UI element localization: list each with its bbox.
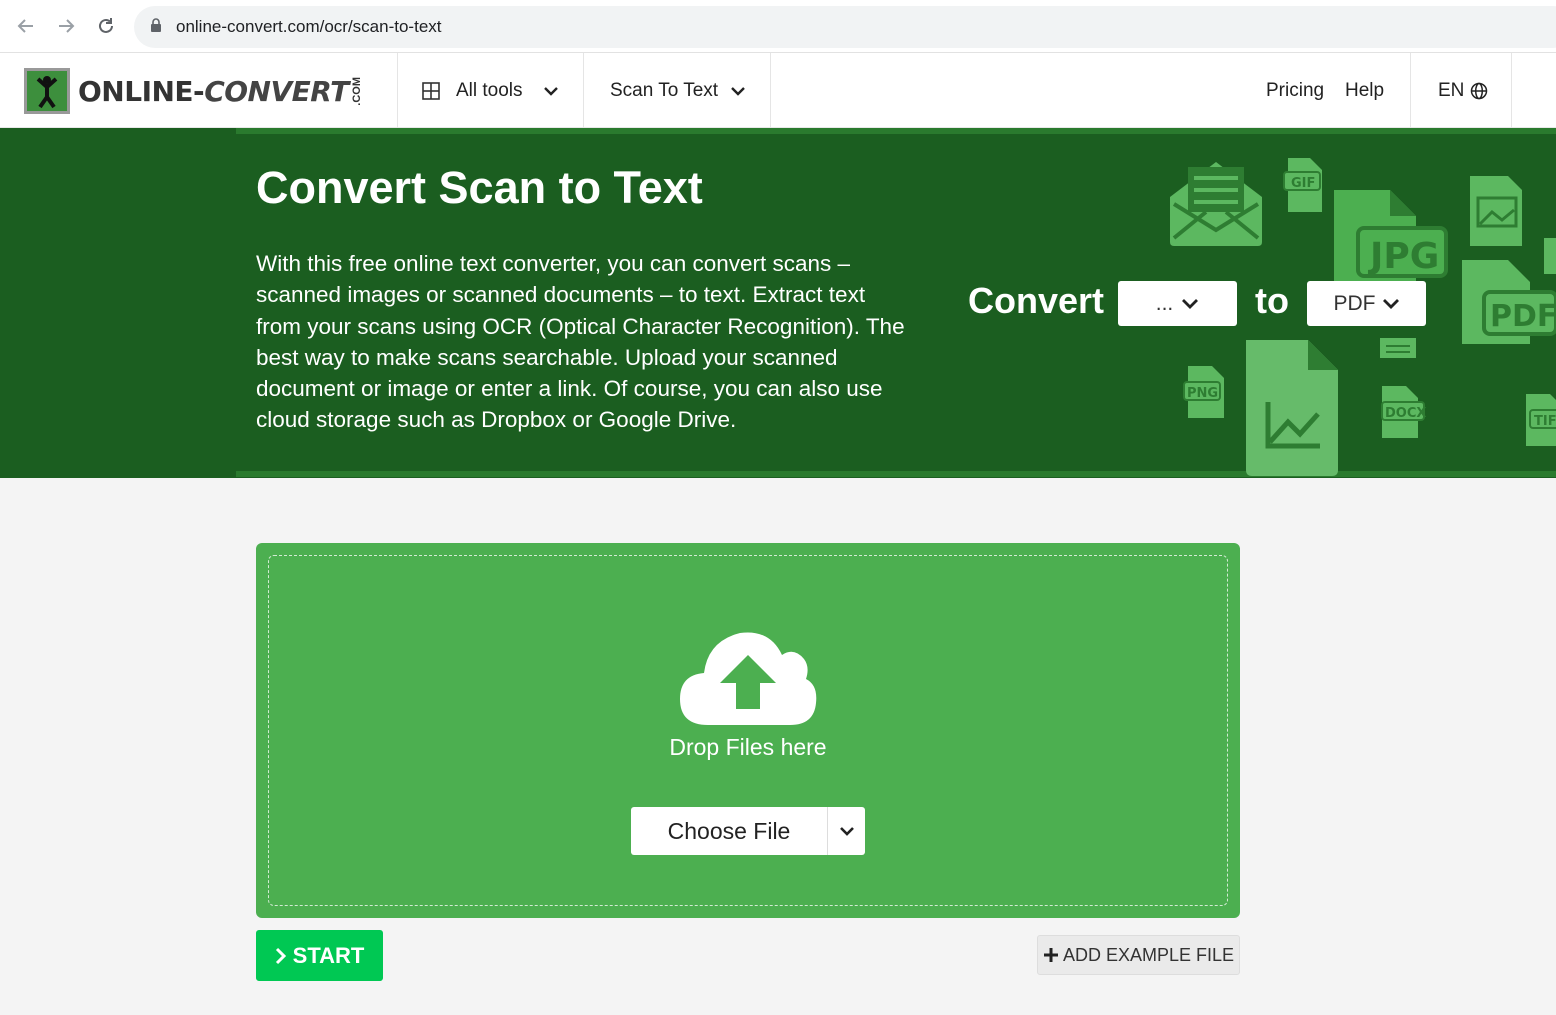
scan-to-text-menu[interactable]: Scan To Text <box>610 53 746 128</box>
png-badge-text: PNG <box>1187 386 1218 401</box>
chevron-down-icon <box>730 85 746 97</box>
globe-icon <box>1470 82 1488 100</box>
language-selector[interactable]: EN <box>1438 53 1488 128</box>
url-text: online-convert.com/ocr/scan-to-text <box>176 17 442 36</box>
all-tools-label: All tools <box>456 79 523 101</box>
logo-text-online: ONLINE- <box>78 74 205 108</box>
source-format-select[interactable]: ... <box>1118 281 1237 326</box>
to-label: to <box>1255 280 1289 321</box>
browser-toolbar: online-convert.com/ocr/scan-to-text <box>0 0 1556 53</box>
grid-icon <box>422 81 440 100</box>
chevron-down-icon <box>543 85 559 97</box>
docx-badge-text: DOCX <box>1385 406 1426 421</box>
add-example-label: ADD EXAMPLE FILE <box>1062 944 1235 965</box>
site-header: ONLINE-CONVERT .COM All tools Scan To Te… <box>0 53 1556 128</box>
gif-badge-text: GIF <box>1291 176 1315 191</box>
hero-top-stripe <box>236 128 1556 134</box>
start-label: START <box>292 942 365 968</box>
language-label: EN <box>1438 79 1465 101</box>
forward-arrow-icon[interactable] <box>52 12 80 40</box>
start-button[interactable]: START <box>256 930 383 981</box>
hero-banner: Convert Scan to Text With this free onli… <box>0 128 1556 478</box>
drop-files-text: Drop Files here <box>669 734 827 760</box>
target-format-value: PDF <box>1333 291 1376 315</box>
reload-icon[interactable] <box>92 12 120 40</box>
logo-com: .COM <box>350 76 363 106</box>
file-drop-zone[interactable]: Drop Files here Choose File <box>256 543 1240 918</box>
convert-label: Convert <box>968 280 1105 321</box>
header-divider <box>583 53 584 128</box>
upload-source-dropdown[interactable] <box>827 807 865 855</box>
page-description: With this free online text converter, yo… <box>256 251 905 433</box>
chevron-down-icon <box>839 825 855 837</box>
help-link[interactable]: Help <box>1345 53 1384 128</box>
choose-file-button[interactable]: Choose File <box>631 807 865 855</box>
lock-icon <box>150 17 162 37</box>
site-logo[interactable]: ONLINE-CONVERT .COM <box>24 68 363 114</box>
target-format-select[interactable]: PDF <box>1307 281 1426 326</box>
choose-file-label: Choose File <box>667 817 791 844</box>
tif-badge-text: TIF <box>1534 414 1556 429</box>
source-format-value: ... <box>1155 291 1174 315</box>
add-example-file-button[interactable]: ADD EXAMPLE FILE <box>1037 935 1240 975</box>
header-divider <box>397 53 398 128</box>
header-divider <box>1410 53 1411 128</box>
logo-figure-icon <box>24 68 70 114</box>
address-bar[interactable]: online-convert.com/ocr/scan-to-text <box>134 6 1556 48</box>
scan-to-text-label: Scan To Text <box>610 79 719 101</box>
chevron-right-icon <box>275 947 287 965</box>
chevron-down-icon <box>1382 298 1400 310</box>
pdf-badge-text: PDF <box>1490 299 1556 334</box>
page-title: Convert Scan to Text <box>256 162 703 213</box>
cloud-upload-icon <box>680 632 817 725</box>
plus-icon <box>1043 947 1059 963</box>
chevron-down-icon <box>1181 298 1199 310</box>
pricing-link[interactable]: Pricing <box>1266 53 1324 128</box>
logo-text-convert: CONVERT <box>204 74 349 108</box>
header-divider <box>1511 53 1512 128</box>
all-tools-menu[interactable]: All tools <box>422 53 559 128</box>
back-arrow-icon[interactable] <box>12 12 40 40</box>
header-divider <box>770 53 771 128</box>
jpg-badge-text: JPG <box>1367 236 1439 277</box>
